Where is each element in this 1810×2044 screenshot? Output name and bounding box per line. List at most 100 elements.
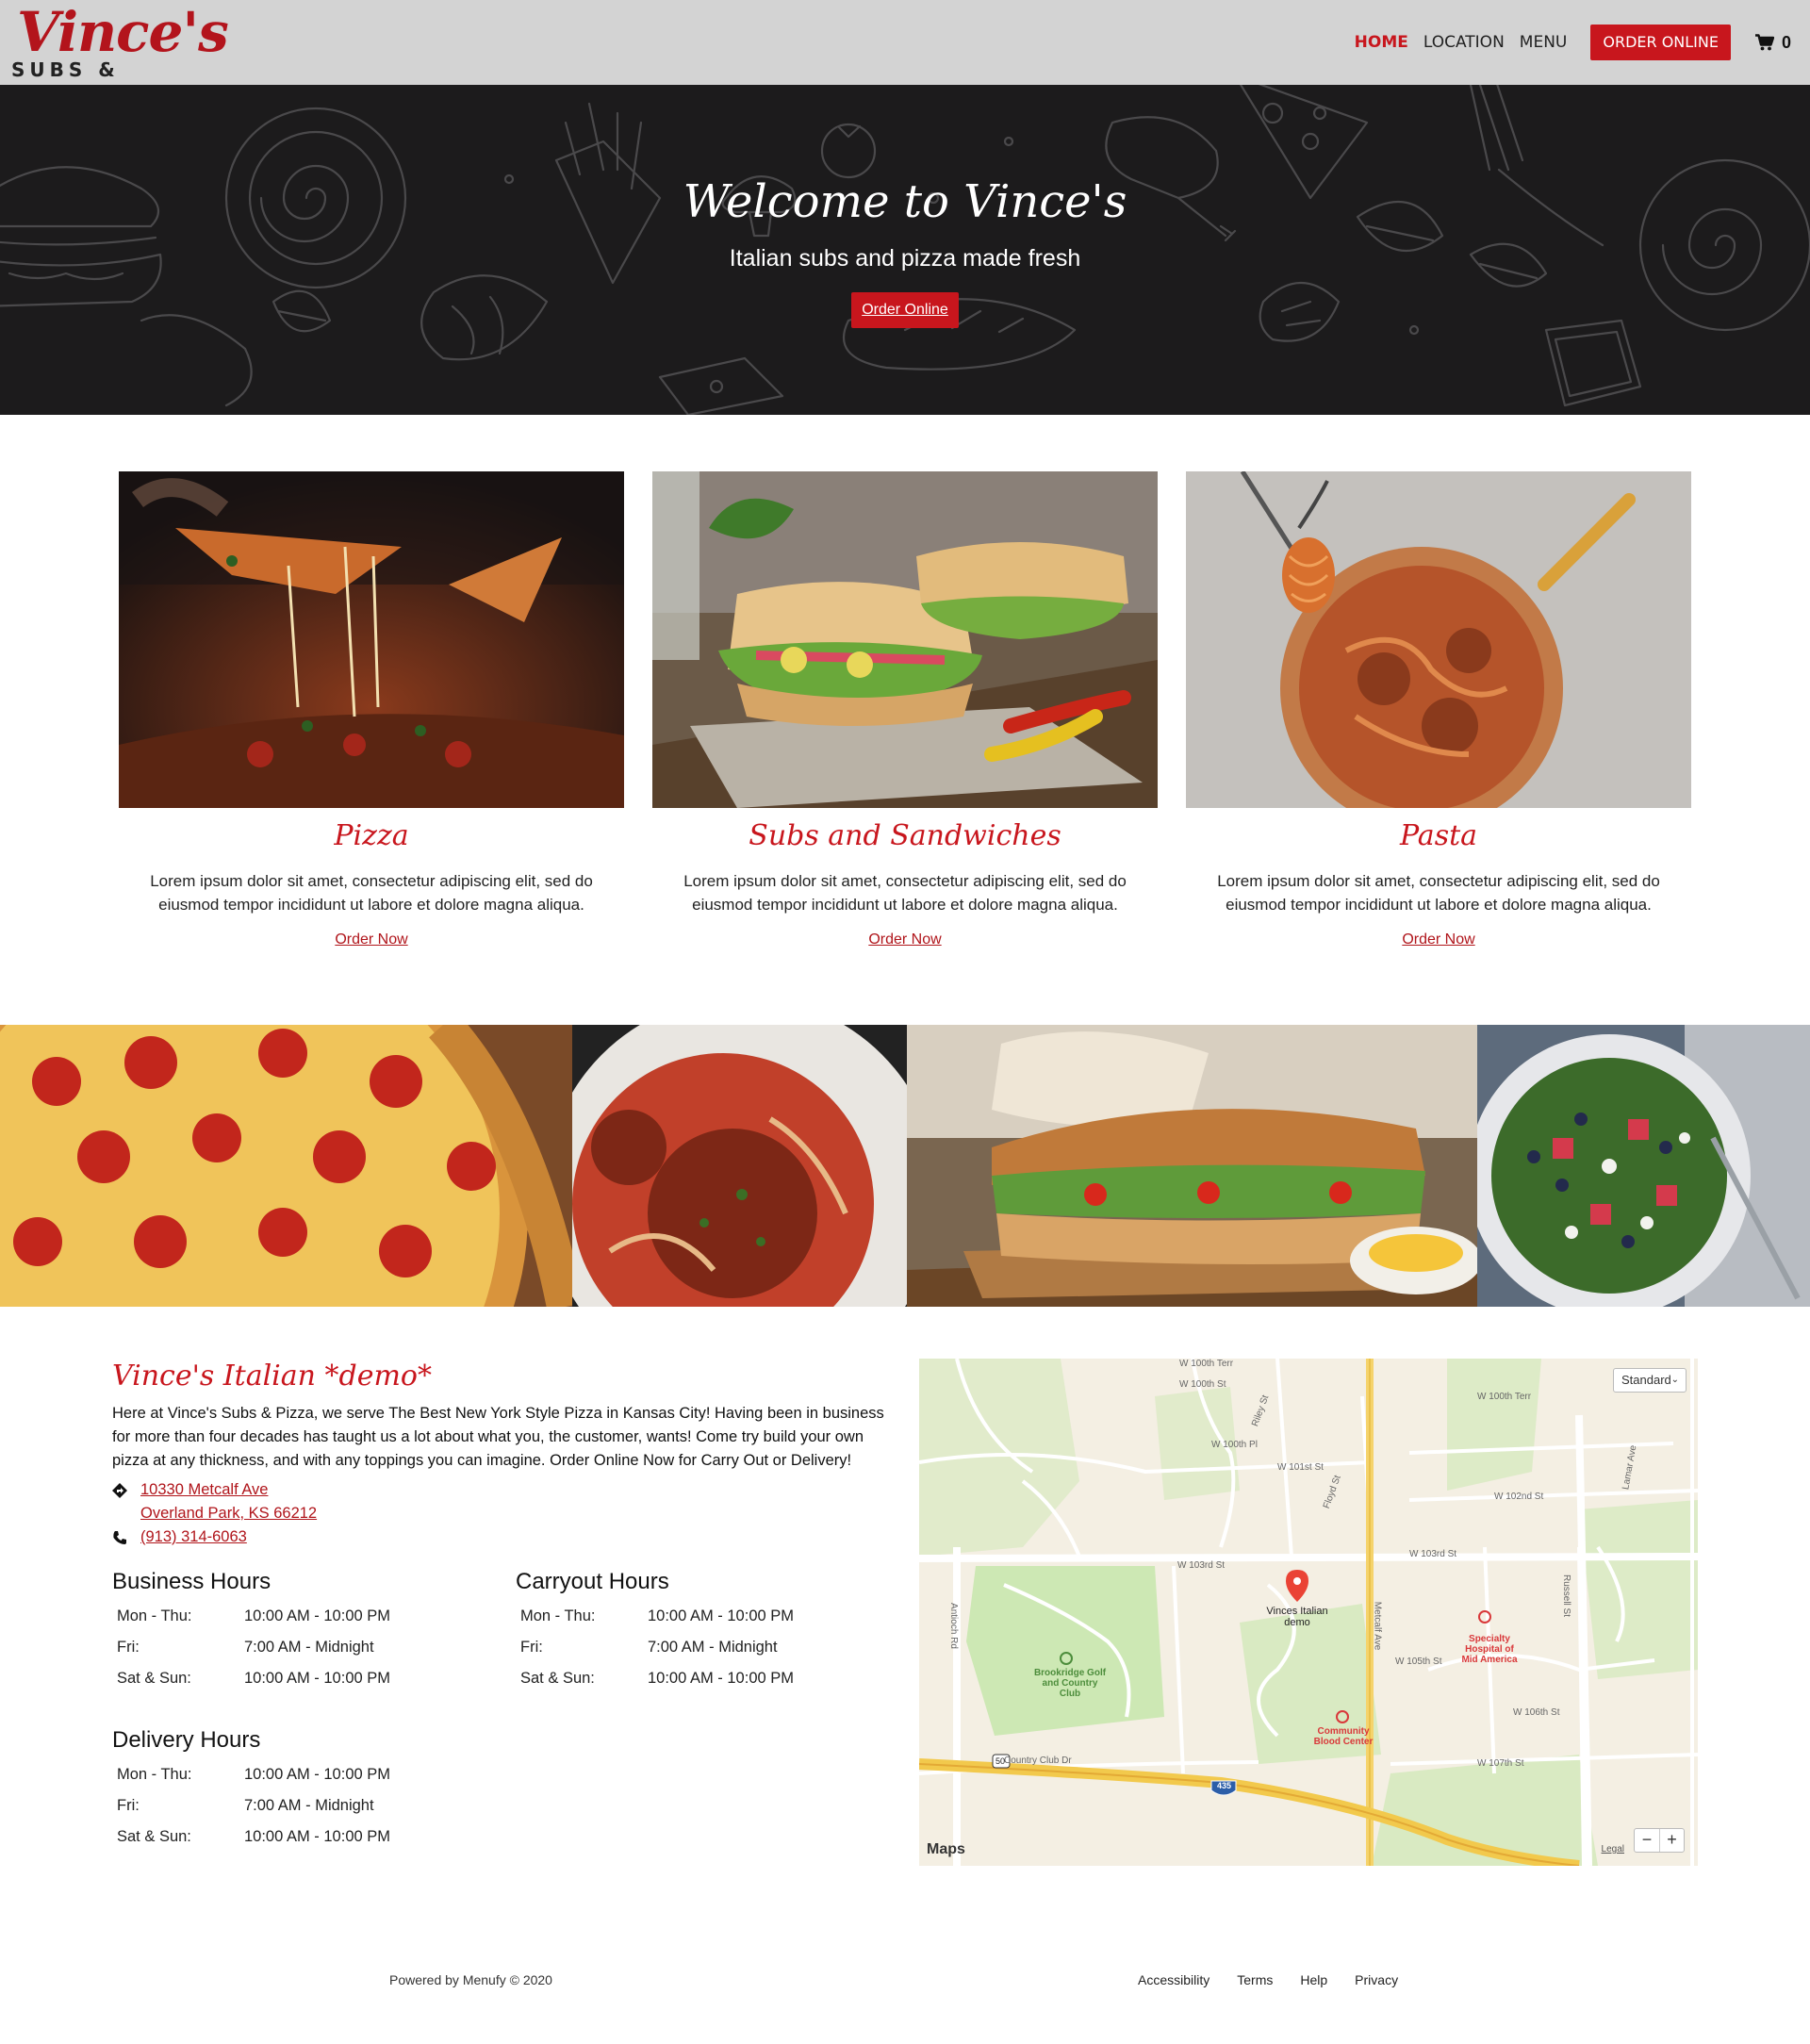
hours-time: 10:00 AM - 10:00 PM xyxy=(648,1607,795,1624)
maps-brand-text: Maps xyxy=(927,1841,965,1857)
hours-time: 10:00 AM - 10:00 PM xyxy=(648,1670,795,1687)
hours-row: Sat & Sun: 10:00 AM - 10:00 PM xyxy=(112,1821,470,1853)
zoom-in-button[interactable]: + xyxy=(1659,1829,1684,1852)
nav-menu[interactable]: MENU xyxy=(1520,33,1568,52)
restaurant-description: Here at Vince's Subs & Pizza, we serve T… xyxy=(112,1405,884,1469)
phone-row: (913) 314-6063 xyxy=(112,1525,317,1549)
business-hours-title: Business Hours xyxy=(112,1569,272,1594)
nav-home[interactable]: HOME xyxy=(1355,33,1408,52)
hours-row: Mon - Thu: 10:00 AM - 10:00 PM xyxy=(112,1759,470,1790)
cart-count: 0 xyxy=(1781,32,1791,52)
footer-link-privacy[interactable]: Privacy xyxy=(1355,1972,1398,1987)
address-line1-link[interactable]: 10330 Metcalf Ave xyxy=(140,1481,268,1498)
site-header: Vince's SUBS & PIZZA HOME LOCATION MENU … xyxy=(0,0,1810,104)
order-online-button[interactable]: ORDER ONLINE xyxy=(1590,25,1731,60)
map-label-w103rd-east: W 103rd St xyxy=(1409,1549,1457,1559)
hours-day: Mon - Thu: xyxy=(520,1607,596,1624)
hours-time: 10:00 AM - 10:00 PM xyxy=(244,1828,391,1845)
hero-subtitle: Italian subs and pizza made fresh xyxy=(729,245,1081,272)
hours-time: 7:00 AM - Midnight xyxy=(244,1797,374,1814)
map-label-hospital: Specialty Hospital of Mid America xyxy=(1461,1634,1518,1665)
map-label-w100th-pl: W 100th Pl xyxy=(1211,1440,1258,1450)
card-pizza: Pizza Lorem ipsum dolor sit amet, consec… xyxy=(119,471,624,948)
order-now-subs-link[interactable]: Order Now xyxy=(652,931,1158,948)
carryout-hours-title: Carryout Hours xyxy=(516,1569,669,1594)
map-label-w100th-st: W 100th St xyxy=(1179,1379,1226,1390)
map-style-select[interactable]: Standard ⌄ xyxy=(1613,1368,1687,1393)
footer-link-help[interactable]: Help xyxy=(1300,1972,1327,1987)
nav-location[interactable]: LOCATION xyxy=(1423,33,1505,52)
hours-time: 7:00 AM - Midnight xyxy=(244,1639,374,1656)
sandwich-photo xyxy=(652,471,1158,808)
address-row: 10330 Metcalf Ave Overland Park, KS 6621… xyxy=(112,1478,317,1525)
card-pasta: Pasta Lorem ipsum dolor sit amet, consec… xyxy=(1186,471,1691,948)
location-map[interactable]: W 103rd St W 103rd St W 100th Terr W 100… xyxy=(919,1359,1698,1866)
map-label-metcalf: Metcalf Ave xyxy=(1372,1601,1383,1651)
hours-day: Sat & Sun: xyxy=(117,1828,191,1845)
map-legal-link[interactable]: Legal xyxy=(1602,1844,1624,1854)
carryout-hours: Carryout Hours Mon - Thu: 10:00 AM - 10:0… xyxy=(516,1569,874,1694)
map-style-value: Standard xyxy=(1621,1373,1671,1387)
map-label-golf: Brookridge Golf and Country Club xyxy=(1033,1668,1107,1699)
card-description-pizza: Lorem ipsum dolor sit amet, consectetur … xyxy=(150,872,593,914)
map-label-blood-center: Community Blood Center xyxy=(1313,1726,1374,1747)
gallery-pepperoni-pizza-photo xyxy=(0,1025,572,1307)
hours-row: Sat & Sun: 10:00 AM - 10:00 PM xyxy=(516,1663,874,1694)
hours-day: Mon - Thu: xyxy=(117,1607,192,1624)
card-title-pizza: Pizza xyxy=(334,819,409,852)
card-title-subs: Subs and Sandwiches xyxy=(749,819,1061,852)
card-description-subs: Lorem ipsum dolor sit amet, consectetur … xyxy=(683,872,1127,914)
pasta-photo xyxy=(1186,471,1691,808)
map-label-w105th: W 105th St xyxy=(1395,1657,1442,1667)
map-label-russell: Russell St xyxy=(1561,1574,1572,1618)
address-line2-link[interactable]: Overland Park, KS 66212 xyxy=(140,1505,317,1522)
map-pin-label[interactable]: Vinces Italian demo xyxy=(1264,1606,1330,1628)
hours-row: Mon - Thu: 10:00 AM - 10:00 PM xyxy=(516,1601,874,1632)
map-label-antioch: Antioch Rd xyxy=(947,1603,959,1649)
phone-icon xyxy=(112,1525,140,1549)
cart-icon xyxy=(1754,34,1774,51)
hours-row: Fri: 7:00 AM - Midnight xyxy=(516,1632,874,1663)
hours-time: 10:00 AM - 10:00 PM xyxy=(244,1607,391,1624)
hours-row: Sat & Sun: 10:00 AM - 10:00 PM xyxy=(112,1663,470,1694)
map-label-w103rd: W 103rd St xyxy=(1177,1560,1226,1571)
hours-row: Mon - Thu: 10:00 AM - 10:00 PM xyxy=(112,1601,470,1632)
hours-day: Fri: xyxy=(117,1639,140,1656)
card-subs: Subs and Sandwiches Lorem ipsum dolor si… xyxy=(652,471,1158,948)
directions-icon xyxy=(112,1478,140,1502)
map-label-w100th-terr: W 100th Terr xyxy=(1179,1359,1234,1369)
hero-title: Welcome to Vince's xyxy=(683,175,1127,228)
hero-order-button[interactable]: Order Online xyxy=(851,292,959,328)
map-label-w106th: W 106th St xyxy=(1513,1707,1560,1718)
map-shield-50: 50 xyxy=(996,1756,1006,1766)
card-title-pasta: Pasta xyxy=(1399,819,1478,852)
map-shield-435: 435 xyxy=(1217,1781,1232,1790)
logo[interactable]: Vince's SUBS & PIZZA xyxy=(11,0,229,104)
order-now-pasta-link[interactable]: Order Now xyxy=(1186,931,1691,948)
delivery-hours: Delivery Hours Mon - Thu: 10:00 AM - 10:0… xyxy=(112,1727,470,1853)
map-label-w101st: W 101st St xyxy=(1277,1462,1324,1473)
map-label-country-club: Country Club Dr xyxy=(1004,1756,1072,1766)
hero-banner: Welcome to Vince's Italian subs and pizz… xyxy=(0,85,1810,415)
footer-link-terms[interactable]: Terms xyxy=(1237,1972,1273,1987)
hours-day: Sat & Sun: xyxy=(117,1670,191,1687)
gallery-salad-photo xyxy=(1477,1025,1810,1307)
phone-link[interactable]: (913) 314-6063 xyxy=(140,1525,247,1549)
hours-day: Mon - Thu: xyxy=(117,1766,192,1783)
map-label-w107th: W 107th St xyxy=(1477,1758,1524,1769)
business-hours: Business Hours Mon - Thu: 10:00 AM - 10:0… xyxy=(112,1569,470,1694)
restaurant-name: Vince's Italian *demo* xyxy=(112,1360,432,1393)
maps-logo: Maps xyxy=(927,1841,965,1858)
hours-time: 7:00 AM - Midnight xyxy=(648,1639,778,1656)
pizza-photo xyxy=(119,471,624,808)
contact-block: 10330 Metcalf Ave Overland Park, KS 6621… xyxy=(112,1478,317,1549)
card-description-pasta: Lorem ipsum dolor sit amet, consectetur … xyxy=(1217,872,1660,914)
zoom-out-button[interactable]: − xyxy=(1635,1829,1659,1852)
map-zoom-controls: − + xyxy=(1634,1828,1685,1853)
hours-day: Sat & Sun: xyxy=(520,1670,595,1687)
order-now-pizza-link[interactable]: Order Now xyxy=(119,931,624,948)
delivery-hours-title: Delivery Hours xyxy=(112,1727,261,1753)
hours-time: 10:00 AM - 10:00 PM xyxy=(244,1766,391,1783)
footer-link-accessibility[interactable]: Accessibility xyxy=(1138,1972,1209,1987)
cart-button[interactable]: 0 xyxy=(1754,32,1791,53)
